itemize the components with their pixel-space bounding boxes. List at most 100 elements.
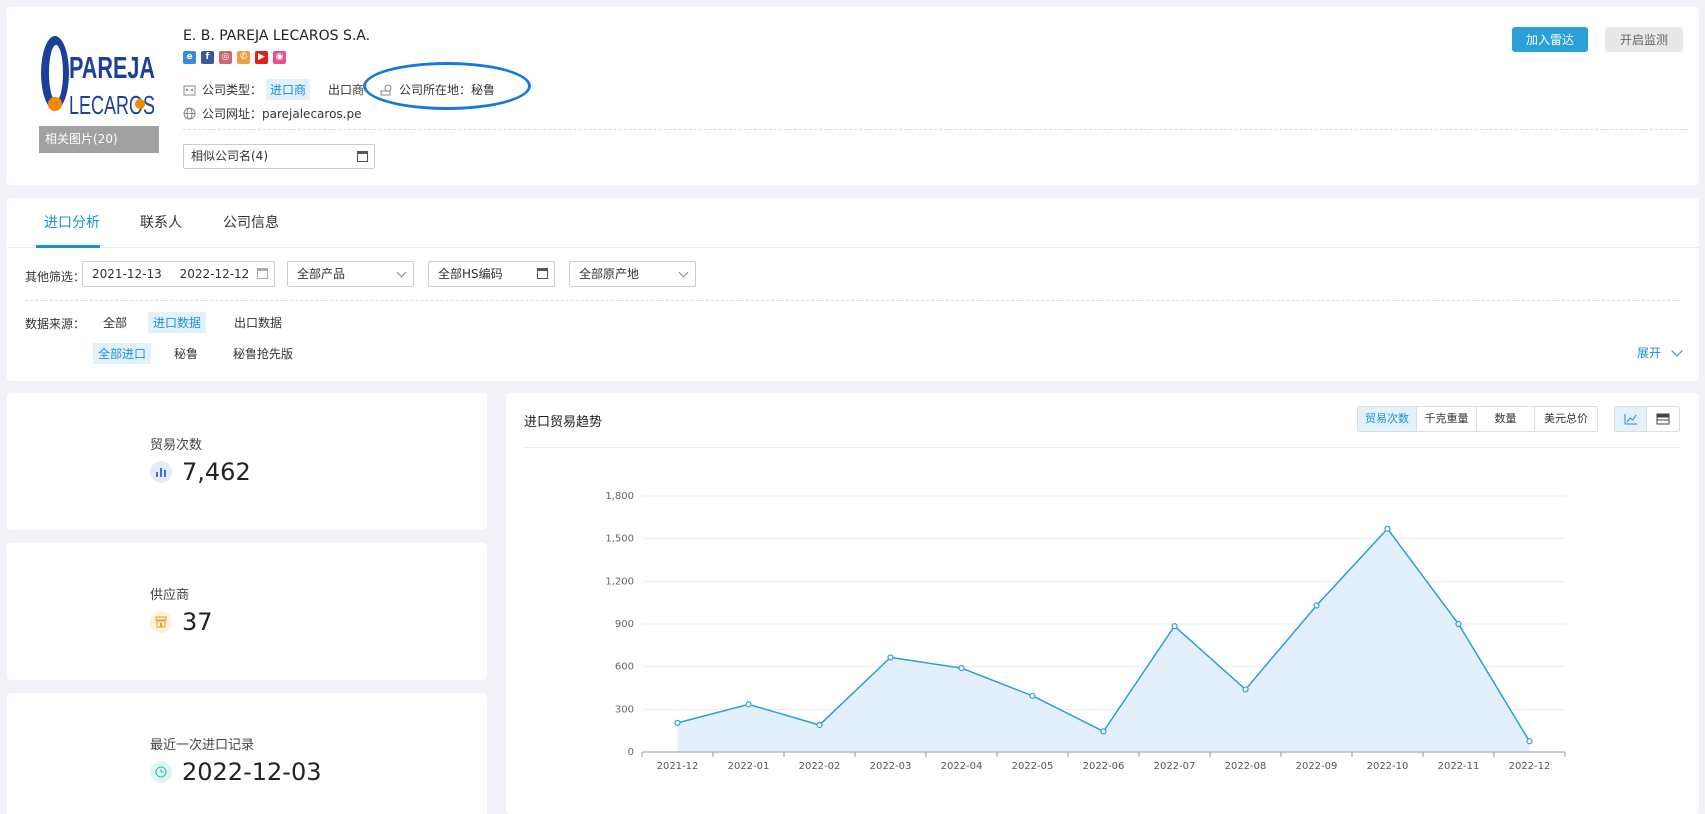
x-tick-label: 2022-04 [941,761,983,772]
x-tick-label: 2022-07 [1154,761,1196,772]
filter-divider [25,300,1680,301]
stat-value: 37 [182,608,213,636]
y-tick-label: 1,500 [605,534,634,545]
active-tab-underline [36,245,100,248]
add-radar-button[interactable]: 加入雷达 [1512,27,1588,52]
other-filter-label: 其他筛选： [25,270,86,284]
x-tick-label: 2022-01 [728,761,770,772]
chevron-down-icon [1671,344,1683,357]
area-fill [677,528,1530,752]
stat-value: 7,462 [182,458,251,486]
date-end: 2022-12-12 [179,267,250,281]
location-value: 秘鲁 [471,83,496,97]
y-tick-label: 600 [615,662,634,673]
type-exporter-tag[interactable]: 出口商 [324,79,368,100]
data-point [745,701,752,708]
similar-names-text: 相似公司名(4) [191,149,268,163]
data-point [1313,602,1320,609]
tab-import-analysis[interactable]: 进口分析 [44,212,100,232]
y-tick-label: 900 [615,619,634,630]
globe-icon [183,107,196,120]
ie-icon[interactable]: e [183,51,196,64]
location-label: 公司所在地： [399,83,472,97]
building-icon [183,85,196,95]
data-point [1100,728,1107,735]
data-point [887,654,894,661]
stat-card-suppliers: 供应商 37 [7,543,487,680]
stat-value-row: 2022-12-03 [150,758,321,786]
youtube-icon[interactable]: ▶ [255,51,268,64]
x-tick-label: 2022-10 [1367,761,1409,772]
company-type-row: 公司类型： 进口商 出口商 [183,78,368,100]
x-tick-label: 2021-12 [657,761,699,772]
tab-contacts[interactable]: 联系人 [140,212,182,232]
data-point [1242,686,1249,693]
location-pin-icon [380,84,392,96]
camera-icon[interactable]: ◉ [273,51,286,64]
similar-names-select[interactable]: 相似公司名(4) [183,144,375,169]
source-export-data[interactable]: 出口数据 [229,312,287,333]
clock-icon [150,761,172,783]
company-name: E. B. PAREJA LECAROS S.A. [183,28,371,44]
company-website-row: 公司网址： parejalecaros.pe [183,105,361,122]
source-import-data[interactable]: 进口数据 [148,312,207,333]
stat-label: 供应商 [150,588,190,603]
stat-label: 贸易次数 [150,438,203,453]
trend-plot: 0 300 600 900 1,200 1,500 1,800 2021-12 2022-01 2… [605,491,1566,772]
website-label: 公司网址： [202,107,263,121]
data-point [1455,620,1462,628]
hs-code-select[interactable]: 全部HS编码 [428,261,555,287]
data-point [1526,738,1533,745]
hs-code-select-value: 全部HS编码 [438,267,503,281]
x-tick-label: 2022-06 [1083,761,1125,772]
product-select-value: 全部产品 [297,267,346,281]
company-header-card: PAREJA LECAROS 相关图片(20) E. B. PAREJA LEC… [7,7,1699,185]
date-start: 2021-12-13 [92,267,162,281]
tab-bar: 进口分析 联系人 公司信息 [7,198,1699,248]
data-source-label: 数据来源： [25,317,86,331]
type-importer-tag[interactable]: 进口商 [266,78,311,100]
expand-toggle[interactable]: 展开 [1637,344,1683,361]
sub-source-all-import[interactable]: 全部进口 [93,343,152,364]
data-point [1029,692,1036,699]
origin-select[interactable]: 全部原产地 [569,261,696,287]
sub-source-peru-preview[interactable]: 秘鲁抢先版 [228,343,298,364]
x-tick-label: 2022-09 [1296,761,1338,772]
date-range-picker[interactable]: 2021-12-13 2022-12-12 [82,261,275,287]
start-monitor-button[interactable]: 开启监测 [1605,27,1683,52]
import-trend-card: 进口贸易趋势 贸易次数 千克重量 数量 美元总价 0 300 600 900 1,200… [506,393,1699,814]
origin-select-value: 全部原产地 [579,267,640,281]
x-tick-label: 2022-05 [1012,761,1054,772]
data-point [674,719,681,726]
company-logo[interactable]: PAREJA LECAROS 相关图片(20) [39,28,159,153]
instagram-icon[interactable]: ◎ [219,51,232,64]
x-tick-label: 2022-02 [799,761,841,772]
calendar-icon [537,268,548,279]
product-select[interactable]: 全部产品 [287,261,414,287]
x-tick-label: 2022-08 [1225,761,1267,772]
chevron-down-icon [678,267,689,278]
related-images-link[interactable]: 相关图片(20) [39,126,159,153]
data-point [1171,623,1178,630]
y-tick-label: 300 [615,704,634,715]
bar-chart-icon [150,461,172,483]
chevron-down-icon [396,267,407,278]
social-links: e f ◎ ✆ ▶ ◉ [183,51,286,64]
supplier-icon [150,611,172,633]
phone-icon[interactable]: ✆ [237,51,250,64]
company-type-label: 公司类型： [202,82,263,97]
facebook-icon[interactable]: f [201,51,214,64]
tab-company-info[interactable]: 公司信息 [223,212,279,232]
stat-value: 2022-12-03 [182,758,322,786]
y-tick-label: 1,800 [605,491,634,502]
sub-source-peru[interactable]: 秘鲁 [169,343,203,364]
source-all[interactable]: 全部 [98,312,132,333]
calendar-icon [357,151,368,162]
stat-value-row: 7,462 [150,458,251,486]
x-tick-label: 2022-11 [1438,761,1480,772]
data-point [816,721,823,729]
website-link[interactable]: parejalecaros.pe [262,107,361,121]
header-divider [183,129,1688,130]
stat-value-row: 37 [150,608,213,636]
calendar-icon [257,268,268,279]
